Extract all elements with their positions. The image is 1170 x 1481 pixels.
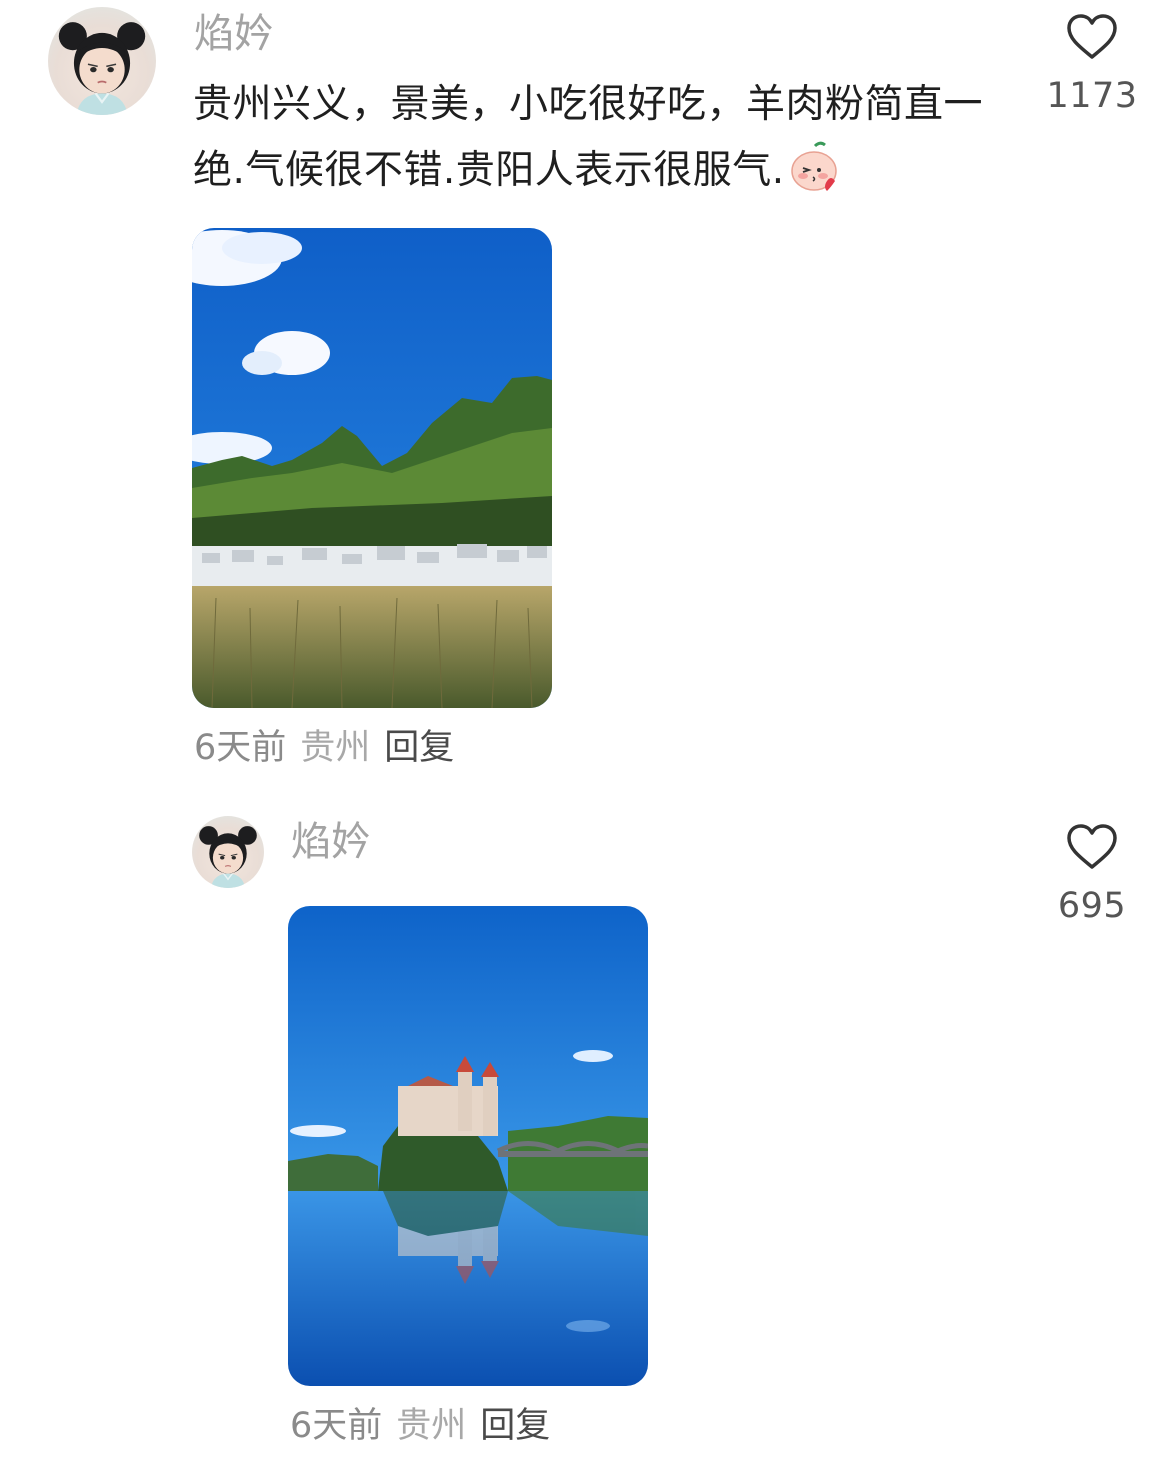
comment-meta: 6天前 贵州 回复 bbox=[290, 1409, 550, 1444]
heart-outline-icon bbox=[1067, 14, 1117, 59]
reply-button[interactable]: 回复 bbox=[384, 728, 454, 768]
reply-button[interactable]: 回复 bbox=[480, 1406, 550, 1446]
blush-kiss-emoji-icon bbox=[789, 141, 839, 193]
comment-location: 贵州 bbox=[300, 728, 371, 768]
heart-outline-icon bbox=[1067, 824, 1117, 869]
avatar[interactable] bbox=[48, 7, 156, 115]
username[interactable]: 焰妗 bbox=[291, 822, 371, 862]
like-button[interactable]: 695 bbox=[1037, 824, 1147, 926]
username[interactable]: 焰妗 bbox=[194, 14, 274, 54]
comment-text: 贵州兴义，景美，小吃很好吃，羊肉粉简直一绝.气候很不错.贵阳人表示很服气. bbox=[193, 72, 1033, 204]
comment-time: 6天前 bbox=[290, 1406, 383, 1446]
karst-mountain-village-photo[interactable] bbox=[192, 228, 552, 708]
comment-meta: 6天前 贵州 回复 bbox=[194, 731, 454, 766]
avatar[interactable] bbox=[192, 816, 264, 888]
like-button[interactable]: 1173 bbox=[1037, 14, 1147, 116]
lake-castle-reflection-photo[interactable] bbox=[288, 906, 648, 1386]
comment-time: 6天前 bbox=[194, 728, 287, 768]
comment-location: 贵州 bbox=[396, 1406, 467, 1446]
comment-text-body: 贵州兴义，景美，小吃很好吃，羊肉粉简直一绝.气候很不错.贵阳人表示很服气. bbox=[193, 82, 984, 193]
like-count: 695 bbox=[1057, 886, 1127, 926]
like-count: 1173 bbox=[1046, 76, 1138, 116]
